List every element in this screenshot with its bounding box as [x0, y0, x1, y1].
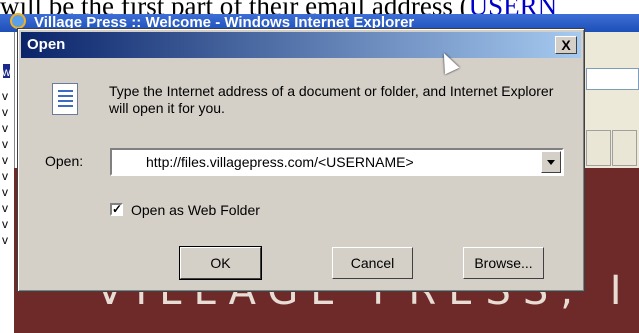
close-button[interactable]: X [555, 36, 577, 54]
cancel-button[interactable]: Cancel [332, 247, 413, 279]
open-address-combobox[interactable]: http://files.villagepress.com/<USERNAME> [110, 148, 564, 176]
left-letter: v [2, 89, 8, 103]
dialog-titlebar[interactable]: Open X [21, 32, 581, 58]
left-letter: v [2, 201, 8, 215]
close-icon: X [561, 37, 571, 53]
dialog-title: Open [27, 36, 66, 53]
open-as-web-folder-checkbox[interactable]: ✓ [110, 203, 123, 216]
left-letter: v [2, 217, 8, 231]
left-letter: v [2, 185, 8, 199]
ie-toolbar-button[interactable] [612, 130, 637, 166]
left-letter: v [2, 121, 8, 135]
ie-toolbar-button[interactable] [586, 130, 611, 166]
document-icon [52, 83, 78, 115]
left-letter: w [2, 65, 11, 79]
left-letter: v [2, 105, 8, 119]
dialog-description: Type the Internet address of a document … [109, 83, 554, 116]
open-dialog: Open X Type the Internet address of a do… [17, 28, 585, 292]
ie-logo-icon [10, 13, 26, 29]
open-label: Open: [45, 153, 84, 169]
open-address-value[interactable]: http://files.villagepress.com/<USERNAME> [146, 154, 414, 170]
ie-address-bar[interactable] [586, 68, 639, 90]
ok-button[interactable]: OK [179, 246, 262, 280]
chevron-down-icon[interactable] [541, 151, 561, 173]
left-letter: v [2, 137, 8, 151]
open-as-web-folder-label[interactable]: Open as Web Folder [131, 202, 260, 218]
left-letter: v [2, 153, 8, 167]
browse-button[interactable]: Browse... [463, 247, 544, 279]
left-letter: v [2, 233, 8, 247]
left-letter: v [2, 169, 8, 183]
